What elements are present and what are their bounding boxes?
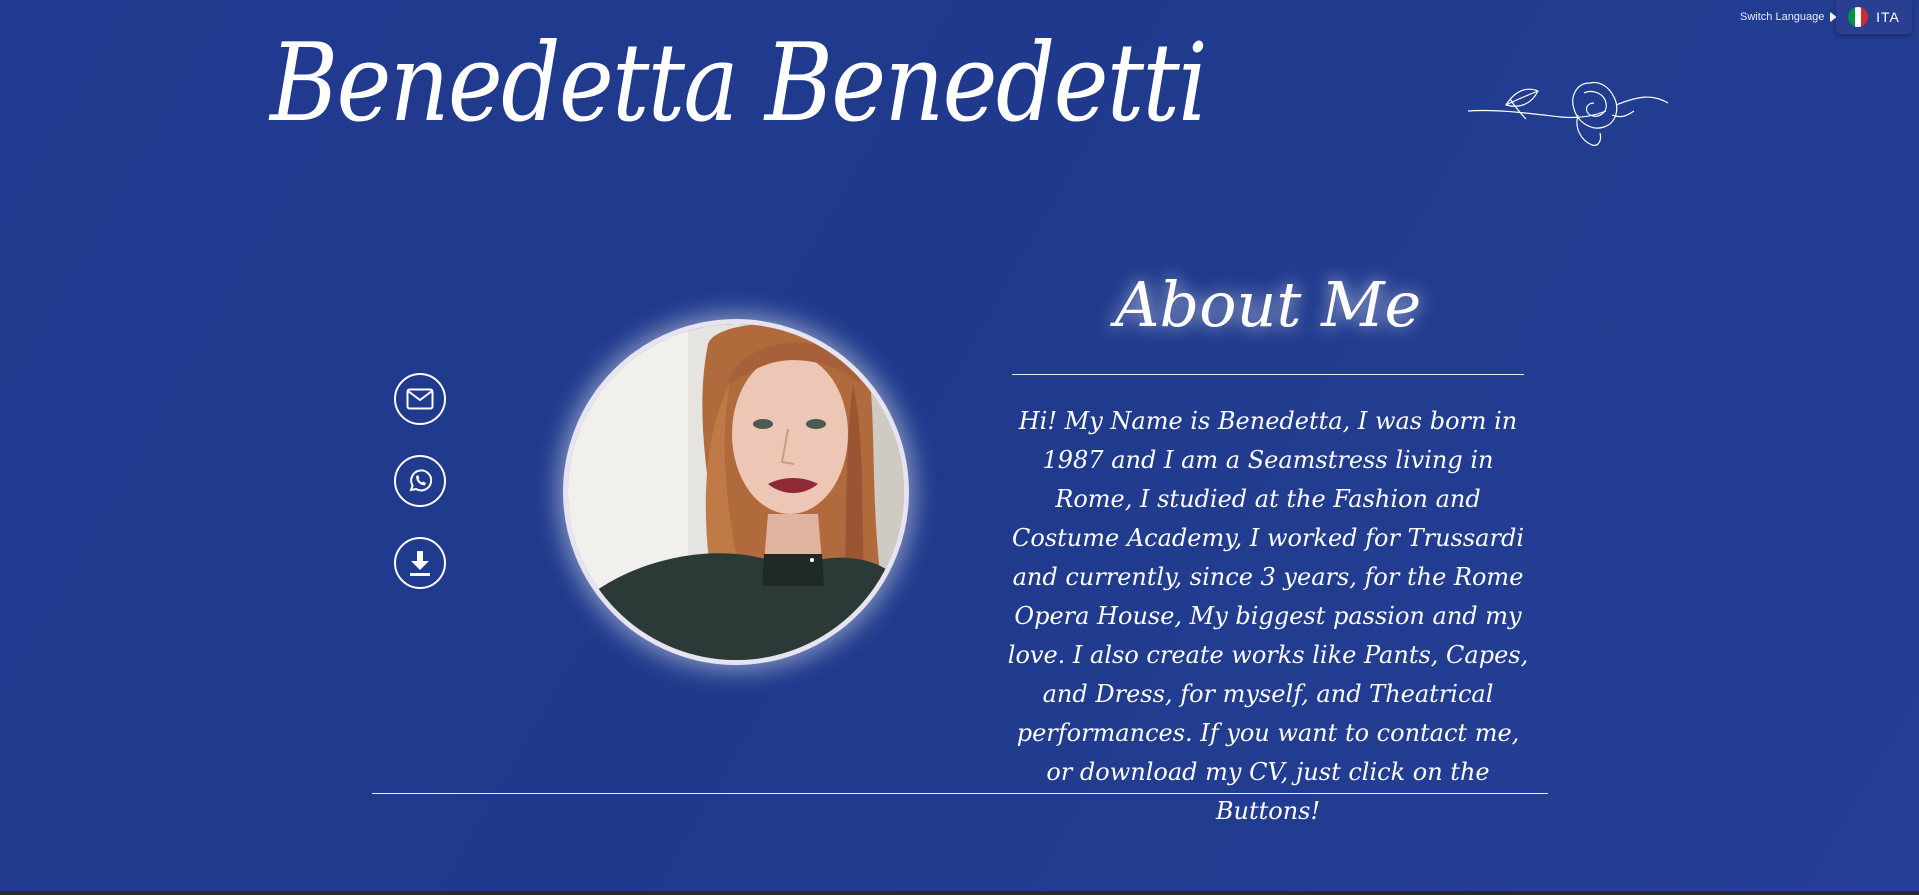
about-divider xyxy=(1012,374,1524,375)
switch-language-label: Switch Language xyxy=(1740,11,1825,23)
language-code: ITA xyxy=(1876,9,1900,25)
italy-flag-icon xyxy=(1848,7,1869,27)
about-text: Hi! My Name is Benedetta, I was born in … xyxy=(1007,407,1529,825)
rose-icon xyxy=(1467,81,1669,146)
contact-buttons xyxy=(394,373,446,589)
download-cv-button[interactable] xyxy=(394,537,446,589)
profile-photo xyxy=(563,319,909,665)
about-title: About Me xyxy=(1114,268,1422,341)
portrait-illustration xyxy=(568,324,904,660)
switch-language[interactable]: Switch Language xyxy=(1740,11,1838,23)
whatsapp-icon xyxy=(409,469,433,492)
bottom-strip xyxy=(0,891,1919,895)
envelope-icon xyxy=(406,388,434,410)
download-icon xyxy=(410,551,430,576)
section-divider xyxy=(372,793,1548,794)
language-button[interactable]: ITA xyxy=(1836,0,1912,34)
site-title: Benedetta Benedetti xyxy=(270,21,1208,146)
email-button[interactable] xyxy=(394,373,446,425)
whatsapp-button[interactable] xyxy=(394,455,446,507)
